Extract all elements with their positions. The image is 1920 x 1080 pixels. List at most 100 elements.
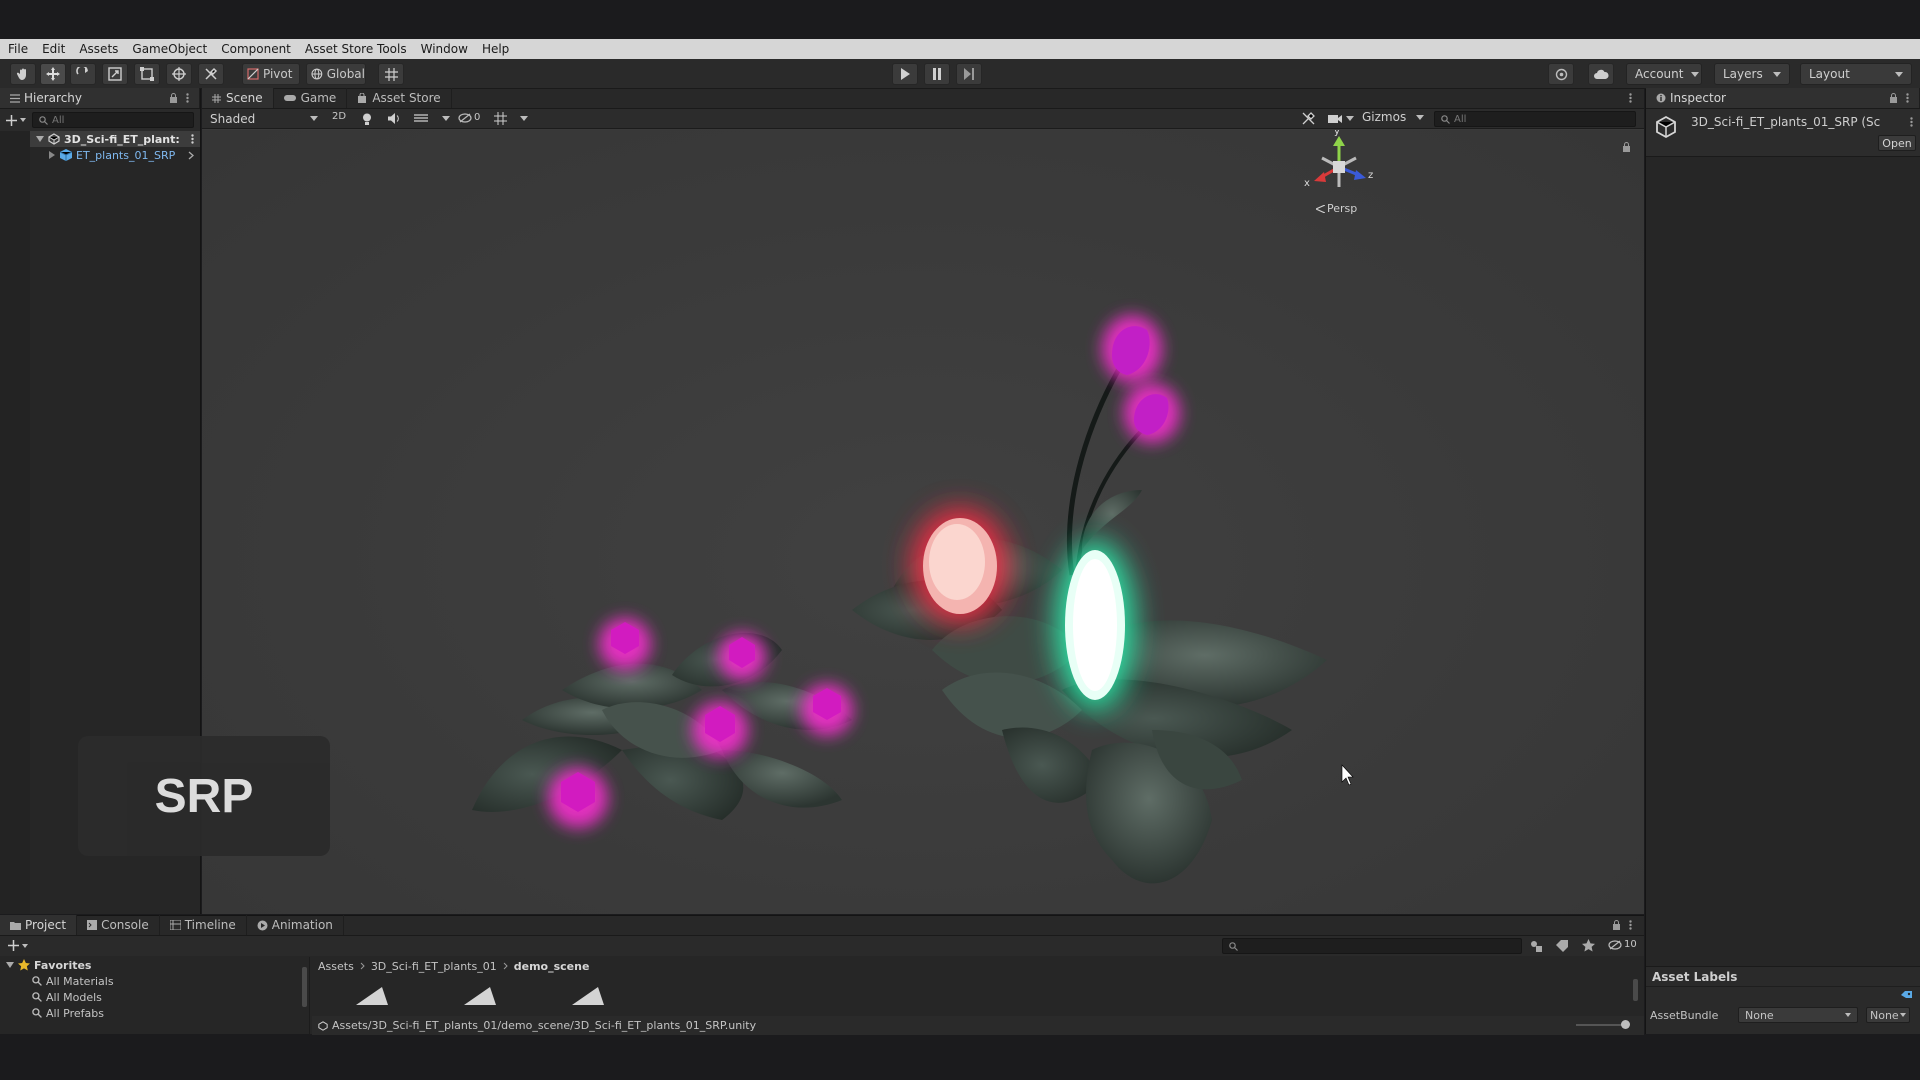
prefab-row[interactable]: ET_plants_01_SRP — [30, 147, 200, 163]
breadcrumb-item[interactable]: 3D_Sci-fi_ET_plants_01 — [371, 960, 497, 973]
assetbundle-dropdown[interactable]: None — [1738, 1007, 1858, 1023]
orientation-gizmo[interactable]: y x z Persp — [1304, 130, 1374, 222]
tab-animation[interactable]: Animation — [247, 915, 344, 935]
account-dropdown[interactable]: Account — [1626, 63, 1702, 85]
favorites-row[interactable]: Favorites — [0, 957, 309, 973]
tag-icon[interactable] — [1901, 991, 1913, 1001]
step-button[interactable] — [956, 63, 982, 85]
lighting-bulb-icon[interactable] — [362, 113, 372, 125]
audio-speaker-icon[interactable] — [388, 113, 400, 124]
status-bar: Assets/3D_Sci-fi_ET_plants_01/demo_scene… — [312, 1016, 1644, 1035]
collapsed-arrow-icon[interactable] — [48, 151, 56, 159]
eye-slash-icon — [458, 112, 472, 123]
lock-icon[interactable] — [169, 93, 178, 103]
tab-asset-store[interactable]: Asset Store — [347, 88, 452, 108]
kebab-menu-icon[interactable] — [191, 134, 194, 144]
scale-tool-button[interactable] — [102, 63, 128, 85]
menu-file[interactable]: File — [8, 42, 28, 56]
search-icon — [32, 992, 42, 1002]
menu-edit[interactable]: Edit — [42, 42, 65, 56]
grid-icon — [212, 93, 221, 103]
menu-assets[interactable]: Assets — [79, 42, 118, 56]
custom-tool-button[interactable] — [198, 63, 224, 85]
tab-scene[interactable]: Scene — [202, 88, 274, 108]
kebab-menu-icon[interactable] — [1910, 117, 1913, 127]
open-button[interactable]: Open — [1878, 135, 1916, 151]
tree-scrollbar[interactable] — [302, 967, 307, 1007]
grid-snap-button[interactable] — [378, 63, 404, 85]
camera-icon[interactable] — [1328, 113, 1342, 124]
timeline-icon — [169, 920, 181, 930]
chevron-down-icon[interactable] — [442, 116, 450, 121]
transform-tool-button[interactable] — [166, 63, 192, 85]
tab-project[interactable]: Project — [0, 915, 78, 935]
scene-search-input[interactable]: All — [1434, 111, 1636, 127]
kebab-menu-icon[interactable] — [1629, 920, 1632, 930]
favorite-item[interactable]: All Materials — [0, 973, 309, 989]
store-bag-icon — [358, 93, 367, 103]
tab-hierarchy[interactable]: Hierarchy — [0, 88, 200, 108]
hidden-objects-toggle[interactable]: 0 — [458, 112, 480, 123]
tab-timeline[interactable]: Timeline — [160, 915, 247, 935]
favorite-item[interactable]: All Prefabs — [0, 1005, 309, 1021]
lock-icon[interactable] — [1612, 920, 1621, 930]
tools-icon — [205, 67, 218, 80]
shading-mode-dropdown[interactable]: Shaded — [206, 110, 322, 127]
global-toggle[interactable]: Global — [306, 63, 366, 85]
rotate-tool-button[interactable] — [70, 63, 96, 85]
create-dropdown[interactable] — [8, 940, 28, 951]
lock-icon[interactable] — [1622, 142, 1631, 152]
create-dropdown[interactable] — [6, 114, 26, 126]
tab-console[interactable]: Console — [77, 915, 160, 935]
expand-arrow-icon[interactable] — [36, 135, 44, 143]
tab-game[interactable]: Game — [274, 88, 348, 108]
project-search-input[interactable] — [1222, 938, 1522, 954]
collab-button[interactable] — [1548, 63, 1574, 85]
breadcrumb-item[interactable]: Assets — [318, 960, 354, 973]
move-tool-button[interactable] — [40, 63, 66, 85]
layers-dropdown[interactable]: Layers — [1714, 63, 1790, 85]
tools-icon[interactable] — [1302, 112, 1315, 125]
chevron-down-icon[interactable] — [1346, 116, 1354, 121]
cloud-button[interactable] — [1588, 63, 1614, 85]
pivot-toggle[interactable]: Pivot — [242, 63, 300, 85]
menu-component[interactable]: Component — [221, 42, 291, 56]
lock-icon[interactable] — [1889, 93, 1898, 103]
menu-window[interactable]: Window — [421, 42, 468, 56]
grid-scrollbar[interactable] — [1633, 979, 1638, 1001]
unity-scene-asset-icon[interactable] — [568, 983, 608, 1005]
kebab-menu-icon[interactable] — [1906, 93, 1909, 103]
chevron-down-icon[interactable] — [520, 116, 528, 121]
hidden-packages-toggle[interactable]: 10 — [1608, 939, 1637, 950]
icon-size-slider[interactable] — [1576, 1020, 1630, 1029]
tab-inspector[interactable]: Inspector — [1646, 88, 1920, 108]
menu-help[interactable]: Help — [482, 42, 509, 56]
scene-row[interactable]: 3D_Sci-fi_ET_plant: — [30, 131, 200, 147]
filter-by-label-icon[interactable] — [1556, 940, 1568, 952]
menu-asset-store-tools[interactable]: Asset Store Tools — [305, 42, 407, 56]
play-button[interactable] — [892, 63, 918, 85]
grid-settings-icon[interactable] — [494, 112, 507, 125]
kebab-menu-icon[interactable] — [1629, 93, 1632, 103]
chevron-right-icon[interactable] — [188, 151, 194, 160]
unity-scene-asset-icon[interactable] — [460, 983, 500, 1005]
kebab-menu-icon[interactable] — [186, 93, 189, 103]
scene-viewport[interactable]: y x z Persp — [202, 130, 1644, 914]
projection-toggle[interactable]: Persp — [1316, 202, 1357, 215]
effects-icon[interactable] — [414, 112, 428, 124]
hand-tool-button[interactable] — [10, 63, 36, 85]
pause-button[interactable] — [924, 63, 950, 85]
hierarchy-search-input[interactable]: All — [32, 112, 194, 128]
gizmos-dropdown[interactable]: Gizmos — [1362, 110, 1425, 124]
slider-handle[interactable] — [1621, 1020, 1630, 1029]
star-icon[interactable] — [1582, 939, 1595, 952]
filter-by-type-icon[interactable] — [1530, 940, 1543, 952]
assetbundle-variant-dropdown[interactable]: None — [1866, 1007, 1910, 1023]
favorite-item[interactable]: All Models — [0, 989, 309, 1005]
breadcrumb-current[interactable]: demo_scene — [514, 960, 590, 973]
unity-scene-asset-icon[interactable] — [352, 983, 392, 1005]
2d-toggle[interactable]: 2D — [332, 111, 346, 122]
layout-dropdown[interactable]: Layout — [1800, 63, 1912, 85]
menu-gameobject[interactable]: GameObject — [132, 42, 207, 56]
rect-tool-button[interactable] — [134, 63, 160, 85]
